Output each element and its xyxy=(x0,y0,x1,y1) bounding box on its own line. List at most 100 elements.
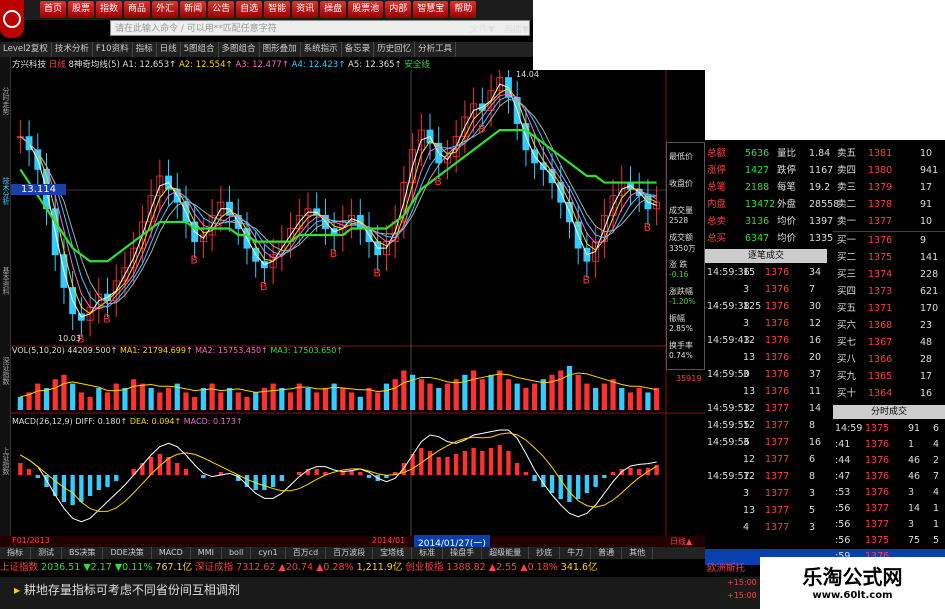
volume-bar xyxy=(636,388,642,410)
toolbar-item-4[interactable]: 日线 xyxy=(157,42,181,57)
indicator-tab-16[interactable]: 普通 xyxy=(591,547,623,559)
vertical-tab-1[interactable]: 技术分析 xyxy=(1,177,10,205)
indicator-tab-7[interactable]: cyn1 xyxy=(251,547,286,559)
toolbar-item-11[interactable]: 分析工具 xyxy=(415,42,457,57)
cy-index-name[interactable]: 创业板指 xyxy=(405,562,443,573)
menu-item-12[interactable]: 内部 xyxy=(385,1,412,18)
toolbar-item-3[interactable]: 指标 xyxy=(133,42,157,57)
menu-item-2[interactable]: 指数 xyxy=(96,1,123,18)
volume-bar xyxy=(566,366,573,410)
sz-index-name[interactable]: 深证成指 xyxy=(195,562,233,573)
volume-bar xyxy=(497,370,503,410)
minute-price: 1375 xyxy=(865,535,890,546)
indicator-tab-11[interactable]: 标准 xyxy=(412,547,444,559)
command-input[interactable]: 请在此输入命令 / 可以用**匹配任意字符 xyxy=(110,20,530,36)
toolbar-item-9[interactable]: 备忘录 xyxy=(342,42,375,57)
left-vertical-tabs: 分时走势技术分析基本资料深证指数上证指数 xyxy=(0,57,11,547)
macd-diff: DIFF: 0.180↑ xyxy=(75,417,128,426)
tick-row: 14:59:43 12 1376 16 xyxy=(705,333,945,349)
sell-price: 1381 xyxy=(868,148,893,159)
toolbar-item-6[interactable]: 多图组合 xyxy=(219,42,260,57)
menu-item-6[interactable]: 公告 xyxy=(208,1,235,18)
volume-bar xyxy=(148,388,154,410)
toolbar-item-7[interactable]: 图形叠加 xyxy=(260,42,301,57)
tick-volume: 30 xyxy=(809,301,822,312)
news-ticker[interactable]: ▸ 耕地存量指标可考虑不同省份间互相调剂 xyxy=(14,581,240,598)
file-menu[interactable]: 文件▼ xyxy=(470,22,495,35)
menu-item-10[interactable]: 操盘 xyxy=(320,1,347,18)
buy-signal-marker: B xyxy=(434,175,442,188)
indicator-tab-1[interactable]: 测试 xyxy=(31,547,62,559)
toolbar-item-10[interactable]: 历史回忆 xyxy=(374,42,416,57)
toolbar-item-2[interactable]: F10资料 xyxy=(93,42,133,57)
clock-2: +15:00 xyxy=(727,591,757,600)
volume-bar xyxy=(427,383,433,410)
indicator-tab-3[interactable]: DDE决策 xyxy=(103,547,152,559)
indicator-tab-4[interactable]: MACD xyxy=(152,547,191,559)
sh-index-name[interactable]: 上证指数 xyxy=(0,562,38,573)
indicator-tab-10[interactable]: 宝塔线 xyxy=(373,547,413,559)
kline-chart[interactable]: BBBBBBBBBB xyxy=(11,70,705,547)
indicator-tab-13[interactable]: 超级能量 xyxy=(482,547,530,559)
menu-item-1[interactable]: 股票 xyxy=(68,1,95,18)
layout-menu[interactable]: 画面▼ xyxy=(504,22,529,35)
tick-row: 3 1376 12 xyxy=(705,316,945,332)
toolbar-item-8[interactable]: 系统指示 xyxy=(301,42,342,57)
vertical-tab-4[interactable]: 上证指数 xyxy=(1,447,10,475)
volume-bar xyxy=(52,379,58,410)
indicator-tab-5[interactable]: MMI xyxy=(191,547,222,559)
minute-volume: 91 xyxy=(908,423,921,434)
indicator-tab-14[interactable]: 抄底 xyxy=(529,547,561,559)
menu-item-5[interactable]: 新闻 xyxy=(180,1,207,18)
toolbar-item-1[interactable]: 技术分析 xyxy=(52,42,93,57)
indicator-tab-17[interactable]: 其他 xyxy=(622,547,654,559)
volume-bar xyxy=(17,396,23,410)
app-logo-icon[interactable] xyxy=(0,0,24,38)
indicator-tab-6[interactable]: boll xyxy=(222,547,252,559)
tick-row: 14:59:38 125 1376 30 xyxy=(705,299,945,315)
vertical-tab-0[interactable]: 分时走势 xyxy=(1,87,10,115)
volume-bar xyxy=(584,383,590,410)
indicator-tab-15[interactable]: 牛刀 xyxy=(560,547,592,559)
toolbar-item-0[interactable]: Level2复权 xyxy=(0,42,52,57)
volume-bar xyxy=(610,379,616,410)
europe-index[interactable]: 欧洲斯托 xyxy=(707,560,745,574)
toolbar-item-5[interactable]: 5图组合 xyxy=(181,42,219,57)
buy-volume: 141 xyxy=(920,252,939,263)
minute-price: 1376 xyxy=(865,471,890,482)
tick-header[interactable]: 逐笔成交 xyxy=(705,249,827,263)
tick-volume: 7 xyxy=(809,284,816,295)
menu-item-0[interactable]: 首页 xyxy=(40,1,67,18)
indicator-tab-0[interactable]: 指标 xyxy=(0,547,31,559)
menu-item-7[interactable]: 自选 xyxy=(236,1,263,18)
indicator-tab-8[interactable]: 百万cd xyxy=(286,547,327,559)
orderbook-divider xyxy=(833,231,945,232)
indicator-tab-12[interactable]: 操盘手 xyxy=(443,547,483,559)
minute-header[interactable]: 分时成交 xyxy=(833,405,945,419)
sz-index-amount: 1,211.9亿 xyxy=(356,562,403,573)
indicator-tab-2[interactable]: BS决策 xyxy=(62,547,104,559)
menu-item-3[interactable]: 商品 xyxy=(124,1,151,18)
stat-label-7: 换手率 xyxy=(669,341,693,350)
minute-count: 4 xyxy=(933,487,940,498)
menu-item-14[interactable]: 帮助 xyxy=(450,1,477,18)
menu-item-4[interactable]: 外汇 xyxy=(152,1,179,18)
minute-time: :44 xyxy=(835,455,851,466)
tick-count: 12 xyxy=(743,403,756,414)
volume-bar xyxy=(96,388,102,410)
volume-bar xyxy=(444,383,451,410)
menu-item-9[interactable]: 资讯 xyxy=(292,1,319,18)
menu-item-8[interactable]: 智能 xyxy=(264,1,291,18)
stat-value-4: -0.16 xyxy=(669,270,689,279)
menu-item-11[interactable]: 股票池 xyxy=(348,1,384,18)
indicator-tab-9[interactable]: 百万波段 xyxy=(326,547,374,559)
vertical-tab-3[interactable]: 深证指数 xyxy=(1,357,10,385)
vertical-tab-2[interactable]: 基本资料 xyxy=(1,267,10,295)
buy-order-row: 买一 1376 9 xyxy=(705,233,945,249)
minute-time: :53 xyxy=(835,487,851,498)
volume-bar xyxy=(462,374,468,410)
period-toggle[interactable]: 日线▲ xyxy=(670,536,692,547)
tick-count: 3 xyxy=(743,318,750,329)
tick-count: 15 xyxy=(743,267,756,278)
menu-item-13[interactable]: 智慧宝 xyxy=(413,1,449,18)
